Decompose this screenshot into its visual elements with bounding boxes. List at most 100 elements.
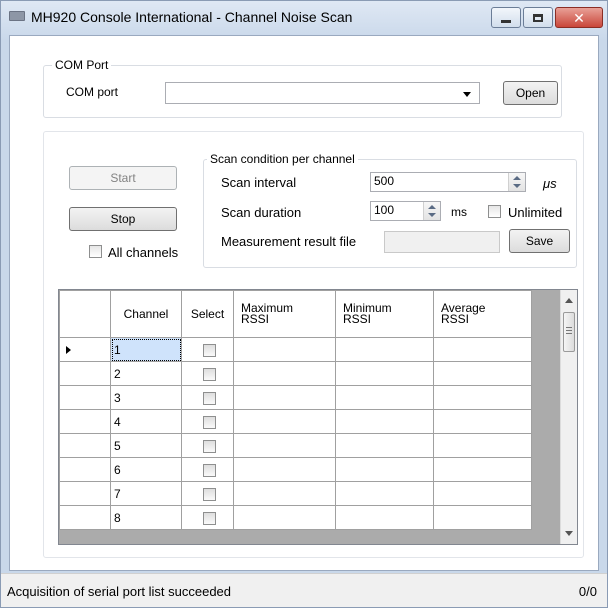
channel-cell[interactable]: 1 <box>110 337 182 362</box>
scroll-up-icon[interactable] <box>565 298 573 303</box>
status-bar: Acquisition of serial port list succeede… <box>1 573 607 607</box>
table-row[interactable]: 4 <box>59 409 532 434</box>
table-row[interactable]: 8 <box>59 505 532 530</box>
select-cell[interactable] <box>181 337 234 362</box>
select-checkbox[interactable] <box>202 511 216 525</box>
stop-button[interactable]: Stop <box>69 207 177 231</box>
min-rssi-cell[interactable] <box>335 409 434 434</box>
scroll-down-icon[interactable] <box>565 531 573 536</box>
start-button[interactable]: Start <box>69 166 177 190</box>
maximize-button[interactable] <box>523 7 553 28</box>
avg-rssi-cell[interactable] <box>433 433 532 458</box>
avg-rssi-cell[interactable] <box>433 409 532 434</box>
channel-cell[interactable]: 2 <box>110 361 182 386</box>
select-checkbox[interactable] <box>202 415 216 429</box>
select-checkbox[interactable] <box>202 391 216 405</box>
avg-rssi-cell[interactable] <box>433 385 532 410</box>
unlimited-checkbox[interactable] <box>488 205 501 218</box>
min-rssi-cell[interactable] <box>335 433 434 458</box>
col-header-min-line2: RSSI <box>343 312 372 326</box>
max-rssi-cell[interactable] <box>233 481 336 506</box>
grid-vertical-scrollbar[interactable] <box>560 290 577 544</box>
spin-down-icon <box>513 184 521 188</box>
min-rssi-cell[interactable] <box>335 457 434 482</box>
select-checkbox[interactable] <box>202 439 216 453</box>
save-button[interactable]: Save <box>509 229 570 253</box>
row-header[interactable] <box>59 337 111 362</box>
row-header[interactable] <box>59 409 111 434</box>
minimize-button[interactable] <box>491 7 521 28</box>
avg-rssi-cell[interactable] <box>433 361 532 386</box>
channel-cell[interactable]: 7 <box>110 481 182 506</box>
table-row[interactable]: 3 <box>59 385 532 410</box>
min-rssi-cell[interactable] <box>335 481 434 506</box>
com-port-dropdown[interactable] <box>165 82 480 104</box>
channel-cell[interactable]: 6 <box>110 457 182 482</box>
result-file-input[interactable] <box>384 231 500 253</box>
select-cell[interactable] <box>181 481 234 506</box>
main-window: MH920 Console International - Channel No… <box>0 0 608 608</box>
table-row[interactable]: 1 <box>59 337 532 362</box>
table-row[interactable]: 2 <box>59 361 532 386</box>
max-rssi-cell[interactable] <box>233 457 336 482</box>
title-bar[interactable]: MH920 Console International - Channel No… <box>1 1 607 35</box>
row-header[interactable] <box>59 361 111 386</box>
min-rssi-cell[interactable] <box>335 361 434 386</box>
col-header-max-rssi[interactable]: Maximum RSSI <box>233 290 336 338</box>
row-header[interactable] <box>59 385 111 410</box>
select-cell[interactable] <box>181 505 234 530</box>
select-cell[interactable] <box>181 361 234 386</box>
min-rssi-cell[interactable] <box>335 337 434 362</box>
channel-cell[interactable]: 3 <box>110 385 182 410</box>
max-rssi-cell[interactable] <box>233 385 336 410</box>
col-header-channel[interactable]: Channel <box>110 290 182 338</box>
current-row-icon <box>66 345 71 354</box>
row-header[interactable] <box>59 433 111 458</box>
table-row[interactable]: 7 <box>59 481 532 506</box>
min-rssi-cell[interactable] <box>335 385 434 410</box>
select-cell[interactable] <box>181 385 234 410</box>
open-button[interactable]: Open <box>503 81 558 105</box>
col-header-select[interactable]: Select <box>181 290 234 338</box>
avg-rssi-cell[interactable] <box>433 337 532 362</box>
row-header[interactable] <box>59 457 111 482</box>
select-cell[interactable] <box>181 409 234 434</box>
avg-rssi-cell[interactable] <box>433 481 532 506</box>
row-header[interactable] <box>59 505 111 530</box>
scan-duration-spinner[interactable] <box>423 202 440 220</box>
channel-grid[interactable]: Channel Select Maximum RSSI Minimum RSSI A… <box>58 289 578 545</box>
table-row[interactable]: 5 <box>59 433 532 458</box>
scan-interval-value: 500 <box>374 174 395 188</box>
scan-duration-unit: ms <box>451 205 467 219</box>
channel-cell[interactable]: 4 <box>110 409 182 434</box>
close-icon: ✕ <box>573 9 585 26</box>
channel-cell[interactable]: 5 <box>110 433 182 458</box>
avg-rssi-cell[interactable] <box>433 457 532 482</box>
max-rssi-cell[interactable] <box>233 337 336 362</box>
select-cell[interactable] <box>181 433 234 458</box>
scan-interval-spinner[interactable] <box>508 173 525 191</box>
grid-header-row: Channel Select Maximum RSSI Minimum RSSI A… <box>59 290 532 338</box>
max-rssi-cell[interactable] <box>233 409 336 434</box>
select-checkbox[interactable] <box>202 463 216 477</box>
all-channels-checkbox[interactable] <box>89 245 102 258</box>
max-rssi-cell[interactable] <box>233 505 336 530</box>
col-header-avg-rssi[interactable]: Average RSSI <box>433 290 532 338</box>
result-file-label: Measurement result file <box>221 234 357 249</box>
avg-rssi-cell[interactable] <box>433 505 532 530</box>
select-cell[interactable] <box>181 457 234 482</box>
col-header-min-rssi[interactable]: Minimum RSSI <box>335 290 434 338</box>
scan-duration-input[interactable]: 100 <box>370 201 441 221</box>
select-checkbox[interactable] <box>202 367 216 381</box>
select-checkbox[interactable] <box>202 487 216 501</box>
select-checkbox[interactable] <box>202 343 216 357</box>
scan-interval-input[interactable]: 500 <box>370 172 526 192</box>
max-rssi-cell[interactable] <box>233 361 336 386</box>
channel-cell[interactable]: 8 <box>110 505 182 530</box>
min-rssi-cell[interactable] <box>335 505 434 530</box>
row-header[interactable] <box>59 481 111 506</box>
scrollbar-thumb[interactable] <box>563 312 575 352</box>
max-rssi-cell[interactable] <box>233 433 336 458</box>
table-row[interactable]: 6 <box>59 457 532 482</box>
close-button[interactable]: ✕ <box>555 7 603 28</box>
